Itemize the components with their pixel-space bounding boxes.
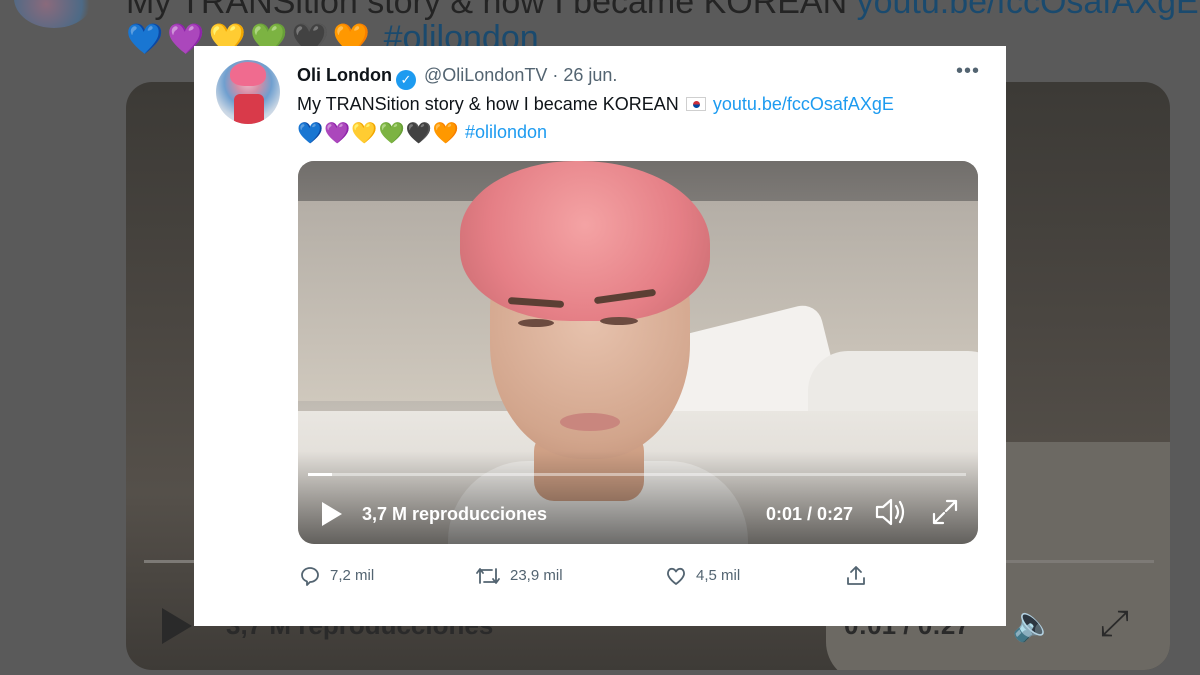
more-options-icon[interactable]: •••: [956, 60, 980, 83]
video-person-eye: [600, 317, 638, 325]
retweet-icon: [476, 568, 500, 584]
video-person-hair: [460, 161, 710, 321]
tweet-link[interactable]: youtu.be/fccOsafAXgE: [713, 94, 894, 114]
like-count: 4,5 mil: [696, 567, 741, 584]
video-player[interactable]: 3,7 M reproducciones 0:01 / 0:27: [298, 161, 978, 544]
display-name[interactable]: Oli London: [297, 65, 392, 85]
background-volume-icon: 🔈: [1012, 605, 1055, 643]
heart-icon: [667, 567, 685, 585]
green-heart-icon: 💚: [378, 122, 405, 145]
fullscreen-icon-svg: [932, 499, 958, 525]
black-heart-icon: 🖤: [405, 122, 432, 145]
tweet-card: Oli London ✓ @OliLondonTV · 26 jun. ••• M…: [194, 46, 1006, 626]
tweet-date[interactable]: 26 jun.: [563, 65, 617, 85]
verified-badge-icon: ✓: [395, 70, 416, 90]
avatar-hair: [230, 62, 266, 86]
tweet-text-body: My TRANSition story & how I became KOREA…: [297, 94, 679, 114]
video-view-count: 3,7 M reproducciones: [362, 504, 548, 524]
reply-count: 7,2 mil: [330, 567, 375, 584]
video-progress-fill: [308, 473, 333, 476]
background-link: youtu.be/fccOsafAXgE: [856, 0, 1199, 21]
volume-icon[interactable]: [874, 497, 908, 527]
video-person-eye: [518, 319, 554, 327]
tweet-text: My TRANSition story & how I became KOREA…: [297, 91, 894, 117]
play-icon[interactable]: [322, 502, 342, 526]
background-avatar: [14, 0, 94, 28]
share-button[interactable]: [844, 562, 876, 590]
south-korea-flag-icon: [685, 97, 706, 111]
user-handle[interactable]: @OliLondonTV: [424, 65, 547, 85]
video-time: 0:01 / 0:27: [766, 504, 854, 524]
fullscreen-icon[interactable]: [930, 497, 960, 527]
tweet-hearts-line: 💙💜💛💚🖤🧡 #olilondon: [297, 119, 547, 147]
background-fullscreen-icon: ⤢: [1100, 602, 1129, 643]
background-play-icon: [162, 608, 192, 644]
volume-icon-svg: [875, 498, 905, 526]
yellow-heart-icon: 💛: [351, 122, 378, 145]
orange-heart-icon: 🧡: [432, 122, 459, 145]
hashtag-link[interactable]: #olilondon: [465, 122, 547, 142]
separator: ·: [552, 65, 559, 85]
video-progress-bar[interactable]: [308, 473, 966, 476]
avatar-shirt: [234, 94, 264, 124]
avatar[interactable]: [216, 60, 280, 124]
video-person-mouth: [560, 413, 620, 431]
share-icon: [847, 566, 865, 585]
reply-icon: [301, 567, 319, 586]
blue-heart-icon: 💙: [297, 122, 324, 145]
like-button[interactable]: 4,5 mil: [664, 562, 740, 590]
retweet-count: 23,9 mil: [510, 567, 563, 584]
reply-button[interactable]: 7,2 mil: [298, 562, 374, 590]
retweet-button[interactable]: 23,9 mil: [474, 562, 563, 590]
purple-heart-icon: 💜: [324, 122, 351, 145]
tweet-header: Oli London ✓ @OliLondonTV · 26 jun.: [297, 63, 617, 90]
blue-heart-icon: 💙: [126, 23, 164, 56]
